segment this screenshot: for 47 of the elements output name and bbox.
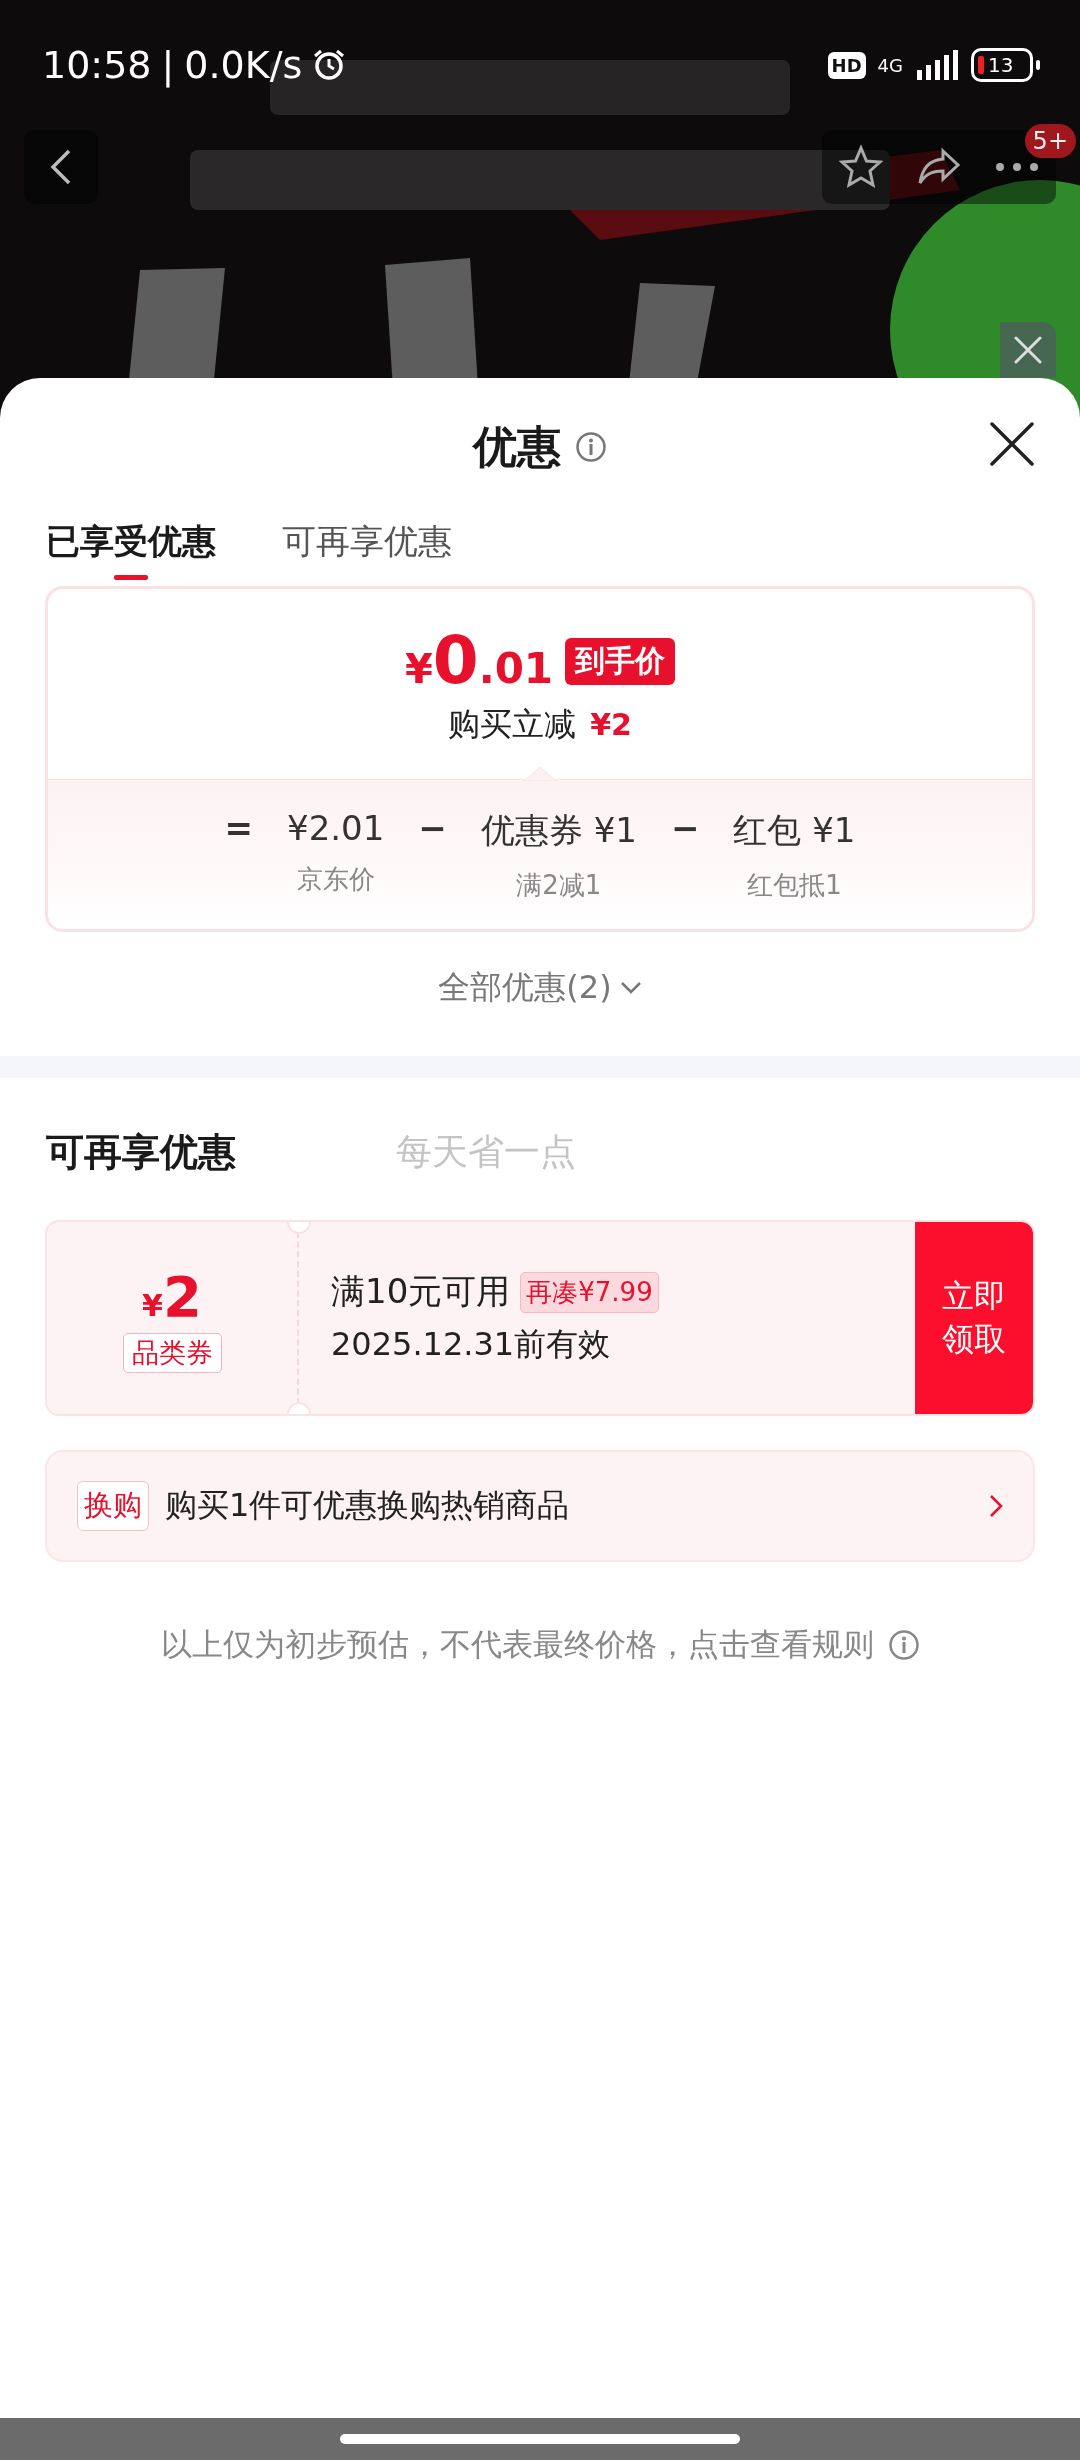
- discount-amount: ¥2: [590, 706, 632, 742]
- price-component: ¥2.01: [287, 808, 385, 848]
- exchange-text: 购买1件可优惠换购热销商品: [165, 1485, 571, 1526]
- signal-icon: [915, 50, 959, 80]
- chevron-right-icon: [989, 1494, 1003, 1518]
- tab[interactable]: 可再享优惠: [282, 516, 452, 580]
- final-price-tag: 到手价: [565, 637, 676, 685]
- alarm-icon: [312, 48, 347, 82]
- star-icon[interactable]: [839, 145, 883, 189]
- back-icon: [49, 147, 73, 187]
- discount-label: 购买立减: [448, 703, 577, 745]
- final-price: ¥0.01: [404, 621, 554, 699]
- info-icon[interactable]: [575, 431, 607, 463]
- component-note: 满2减1: [516, 869, 602, 902]
- exchange-offer-row[interactable]: 换购 购买1件可优惠换购热销商品: [45, 1450, 1035, 1562]
- section-title: 可再享优惠: [46, 1128, 236, 1176]
- price-component: 优惠券 ¥1: [480, 809, 637, 852]
- top-up-hint: 再凑¥7.99: [520, 1271, 659, 1313]
- component-note: 京东价: [296, 863, 375, 896]
- coupon-type-tag: 品类券: [122, 1332, 222, 1373]
- coupon-validity: 2025.12.31前有效: [331, 1324, 612, 1365]
- operator-sign: =: [224, 808, 253, 848]
- price-component: 红包 ¥1: [733, 809, 856, 852]
- chevron-down-icon: [619, 981, 642, 995]
- info-icon[interactable]: [887, 1629, 920, 1661]
- close-icon[interactable]: [1000, 322, 1056, 378]
- share-icon[interactable]: [917, 147, 961, 187]
- battery-icon: 13: [971, 48, 1033, 82]
- close-button[interactable]: [990, 422, 1034, 466]
- operator-sign: −: [670, 808, 700, 848]
- exchange-tag: 换购: [77, 1481, 149, 1531]
- operator-sign: −: [418, 808, 447, 848]
- tab[interactable]: 已享受优惠: [46, 516, 216, 580]
- coupon-condition: 满10元可用: [331, 1270, 511, 1313]
- all-offers-link[interactable]: 全部优惠(2): [438, 966, 642, 1010]
- separator-mark: |: [161, 43, 175, 87]
- network-speed: 0.0K/s: [184, 43, 303, 87]
- slogan-text: 每天省一点: [396, 1129, 576, 1174]
- disclaimer-text[interactable]: 以上仅为初步预估，不代表最终价格，点击查看规则: [160, 1624, 874, 1666]
- sheet-title: 优惠: [473, 419, 561, 474]
- back-button[interactable]: [24, 130, 98, 204]
- more-icon[interactable]: [995, 162, 1039, 172]
- claim-button[interactable]: 立即领取: [915, 1222, 1033, 1414]
- component-note: 红包抵1: [747, 869, 842, 902]
- coupon-amount: ¥2: [142, 1263, 202, 1329]
- network-type: 4G: [877, 54, 903, 76]
- clock-time: 10:58: [42, 43, 152, 87]
